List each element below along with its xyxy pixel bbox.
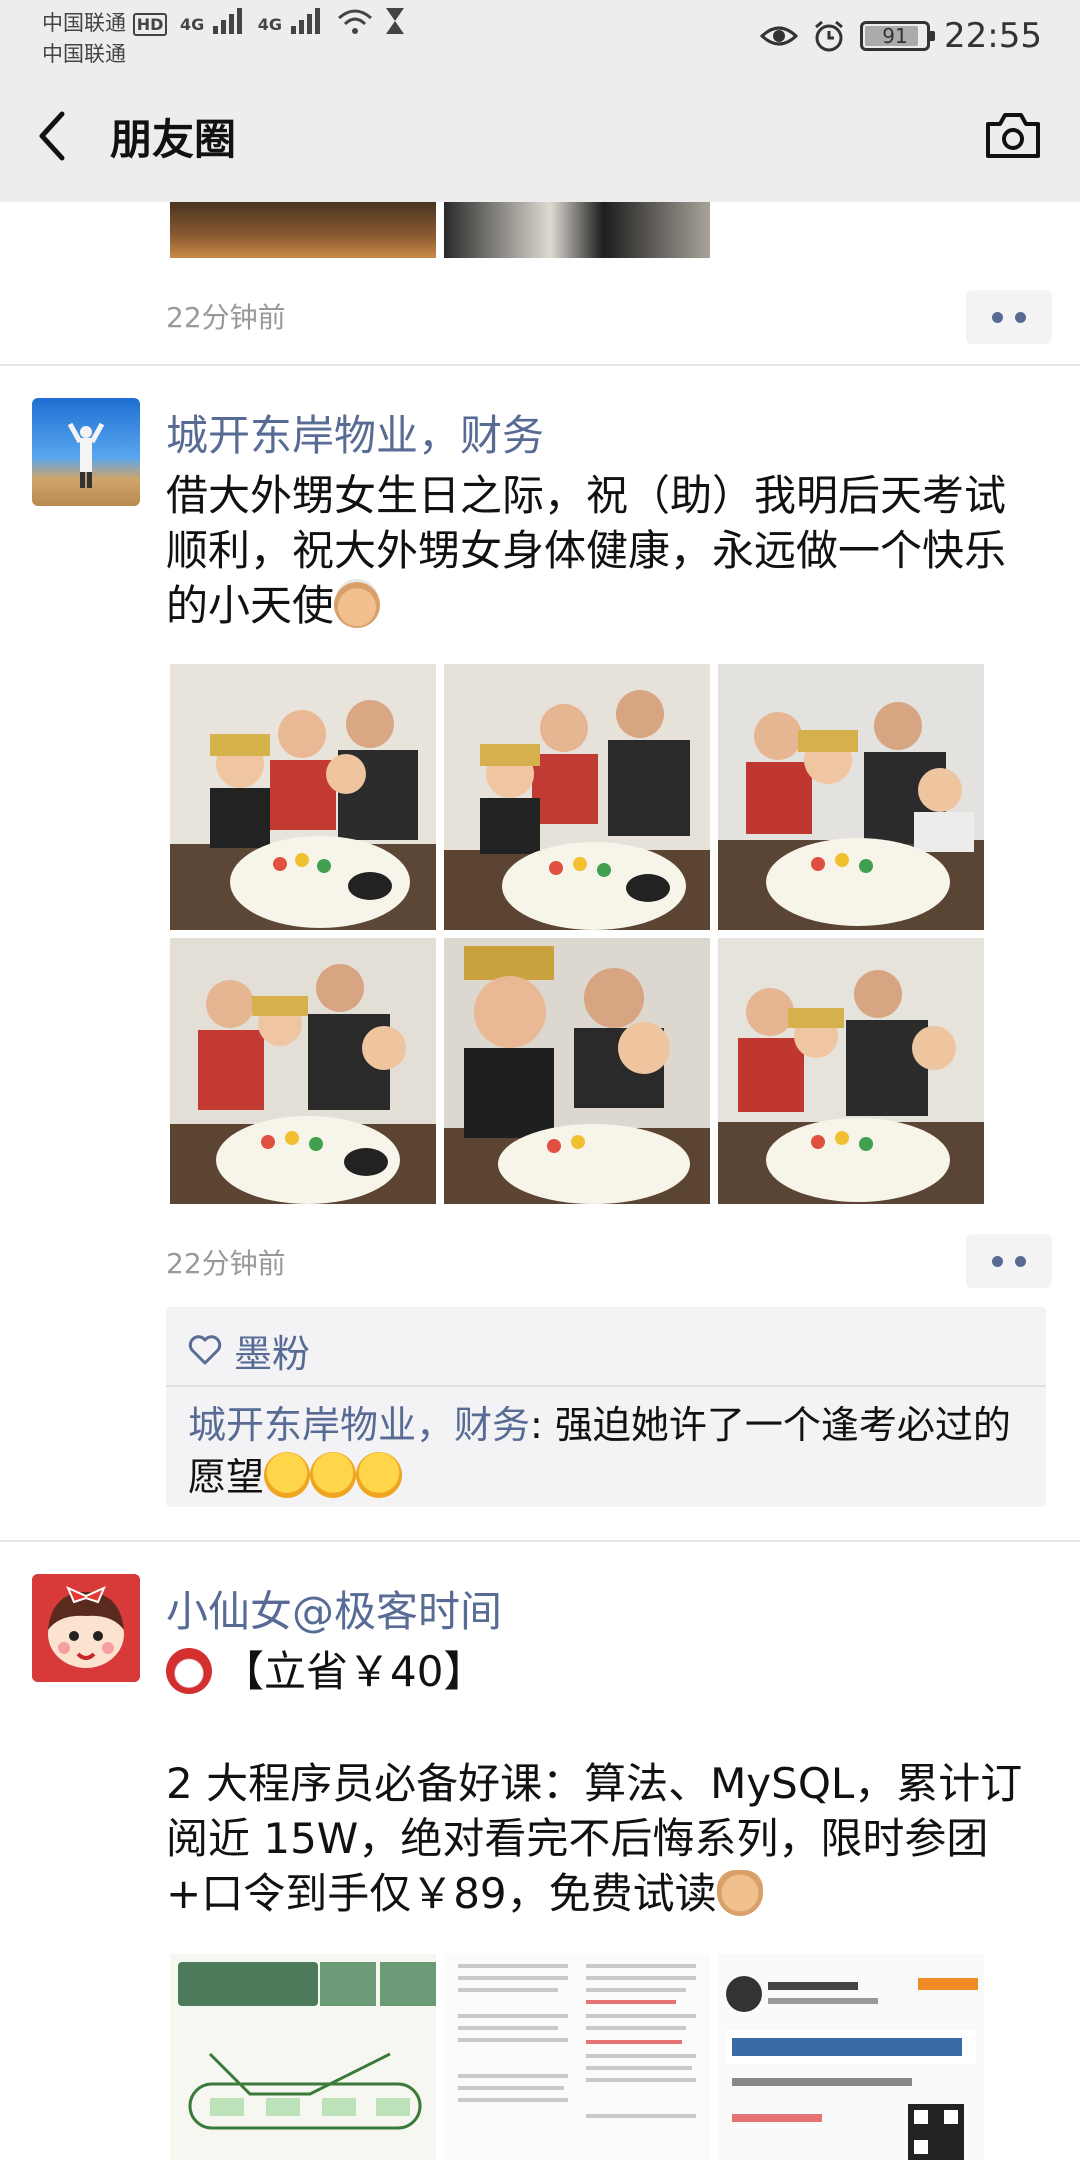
crying-laughing-emoji [310, 1452, 357, 1498]
post-text: 借大外甥女生日之际，祝（助）我明后天考试顺利，祝大外甥女身体健康，永远做一个快乐… [166, 471, 1007, 630]
post-author[interactable]: 城开东岸物业，财务 [166, 402, 544, 463]
avatar[interactable] [32, 1574, 140, 1682]
post-photo-3[interactable] [718, 664, 984, 930]
post-time: 22分钟前 [166, 301, 286, 334]
avatar[interactable] [32, 398, 140, 506]
avatar-cartoon [32, 1574, 140, 1682]
post-text: 2 大程序员必备好课：算法、MySQL，累计订阅近 15W，绝对看完不后悔系列，… [166, 1759, 1023, 1918]
signal-icon [213, 8, 242, 34]
network-4g-1: 4G [180, 15, 205, 34]
angel-emoji [334, 582, 381, 628]
more-button[interactable] [966, 1234, 1052, 1288]
post-photo-1[interactable] [170, 1954, 436, 2160]
clock: 22:55 [944, 16, 1042, 56]
wifi-icon [338, 9, 373, 34]
status-bar: 中国联通 HD 4G 4G 中国联通 91 22:55 [0, 0, 1080, 70]
alarm-icon [815, 20, 843, 52]
nav-bar: 朋友圈 [0, 70, 1080, 202]
post-line-1: 【立省￥40】 [166, 1644, 1026, 1699]
carrier-line-2: 中国联通 [42, 42, 126, 66]
post-photo-1[interactable] [170, 664, 436, 930]
likes-comments-box: 墨粉 城开东岸物业，财务: 强迫她许了一个逢考必过的愿望 [166, 1307, 1046, 1507]
page-title: 朋友圈 [110, 115, 237, 164]
moments-feed[interactable]: 22分钟前 城开东岸物业，财务 借大外甥女生日之际，祝（助）我明后天考试顺利，祝… [0, 202, 1080, 2160]
battery-icon: 91 [860, 21, 936, 51]
camera-icon[interactable] [984, 110, 1042, 160]
divider [0, 1540, 1080, 1542]
pointing-down-emoji [716, 1870, 763, 1916]
post-author[interactable]: 小仙女@极客时间 [166, 1578, 502, 1639]
prev-photo-1[interactable] [170, 202, 436, 258]
alarm-clock-emoji [166, 1648, 212, 1694]
prev-photo-2[interactable] [444, 202, 710, 258]
crying-laughing-emoji [264, 1452, 311, 1498]
avatar-figure [67, 422, 105, 488]
post-time: 22分钟前 [166, 1247, 286, 1280]
post-photo-6[interactable] [718, 938, 984, 1204]
comment-author[interactable]: 城开东岸物业，财务 [188, 1403, 530, 1447]
status-right: 91 22:55 [760, 14, 1042, 58]
post-photo-2[interactable] [444, 1954, 710, 2160]
hd-badge: HD [132, 13, 168, 36]
crying-laughing-emoji [356, 1452, 403, 1498]
likes-divider [166, 1385, 1046, 1387]
eye-icon [760, 26, 799, 46]
heart-icon [188, 1335, 222, 1365]
signal-icon-2 [290, 8, 320, 34]
post-photo-3[interactable] [718, 1954, 984, 2160]
post-photo-2[interactable] [444, 664, 710, 930]
likes-row: 墨粉 [188, 1323, 310, 1378]
post-photo-5[interactable] [444, 938, 710, 1204]
like-user[interactable]: 墨粉 [234, 1323, 310, 1378]
carrier-line-1: 中国联通 HD 4G 4G [42, 6, 408, 37]
network-4g-2: 4G [257, 15, 282, 34]
divider [0, 364, 1080, 366]
more-button[interactable] [966, 290, 1052, 344]
comment-item[interactable]: 城开东岸物业，财务: 强迫她许了一个逢考必过的愿望 [188, 1399, 1028, 1503]
hourglass-icon [386, 8, 405, 34]
post-photo-4[interactable] [170, 938, 436, 1204]
back-arrow-icon[interactable] [30, 106, 80, 166]
